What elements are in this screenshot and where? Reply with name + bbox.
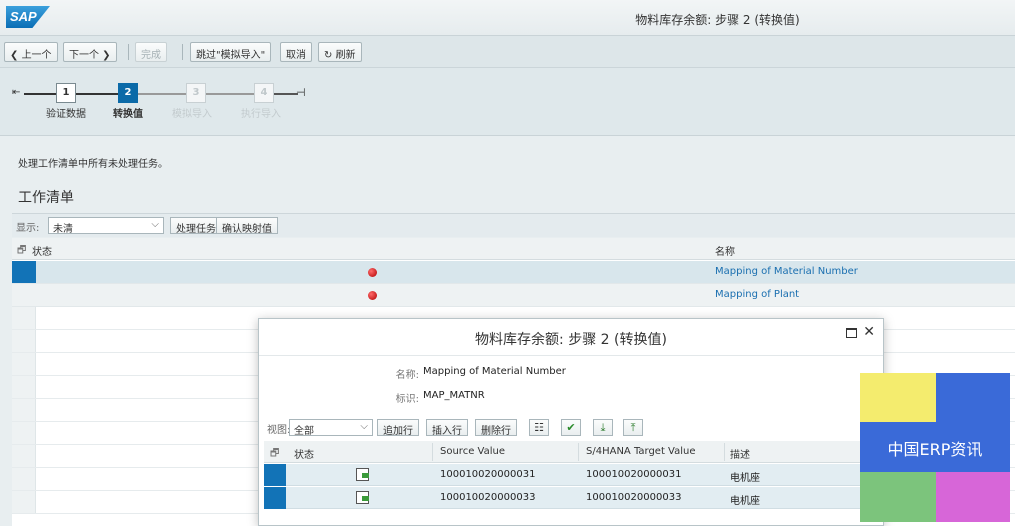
- confirm-mapping-button[interactable]: 确认映射值: [216, 217, 278, 235]
- roadmap-step-2[interactable]: 2: [118, 83, 138, 103]
- chevron-down-icon: ⌵: [360, 421, 368, 432]
- roadmap-start-icon: ⇤: [12, 87, 21, 98]
- skip-simulation-button[interactable]: 跳过"模拟导入": [190, 42, 272, 62]
- column-source-value[interactable]: Source Value: [440, 446, 505, 457]
- watermark-tile: [936, 472, 1010, 522]
- id-value: MAP_MATNR: [423, 390, 485, 401]
- worklist-title: 工作清单: [18, 190, 74, 206]
- watermark-tile: [860, 373, 936, 423]
- row-selector[interactable]: [12, 261, 36, 283]
- name-value: Mapping of Material Number: [423, 366, 566, 377]
- close-icon[interactable]: ✕: [863, 324, 875, 340]
- watermark-text: 中国ERP资讯: [860, 422, 1010, 472]
- new-entry-icon: [356, 491, 369, 504]
- row-selector[interactable]: [12, 284, 36, 306]
- dialog-title: 物料库存余额: 步骤 2 (转换值): [475, 332, 667, 348]
- table-row[interactable]: 100010020000031 100010020000031 电机座: [264, 464, 880, 486]
- mapping-link[interactable]: Mapping of Material Number: [715, 266, 858, 277]
- roadmap-step-1[interactable]: 1: [56, 83, 76, 103]
- source-value[interactable]: 100010020000031: [440, 469, 535, 480]
- cancel-button[interactable]: 取消: [280, 42, 312, 62]
- roadmap-label-4: 执行导入: [241, 109, 281, 120]
- roadmap-line: [138, 93, 186, 95]
- column-target-value[interactable]: S/4HANA Target Value: [586, 446, 696, 457]
- watermark-tile: [860, 472, 936, 522]
- next-button[interactable]: 下一个 ❯: [63, 42, 117, 62]
- roadmap-label-1: 验证数据: [46, 109, 86, 120]
- info-message: 处理工作清单中所有未处理任务。: [18, 159, 168, 170]
- chevron-right-icon: ❯: [99, 50, 111, 61]
- target-value[interactable]: 100010020000033: [586, 492, 681, 503]
- download-icon[interactable]: ⤓: [593, 419, 613, 436]
- upload-icon[interactable]: ⤒: [623, 419, 643, 436]
- roadmap: ⇤ 1 2 3 4 ⊣ 验证数据 转换值 模拟导入 执行导入: [0, 68, 1015, 136]
- new-entry-icon: [356, 468, 369, 481]
- dialog-divider: [259, 355, 883, 356]
- toolbar-separator: [182, 44, 183, 60]
- watermark-tile: [936, 373, 1010, 423]
- show-filter-select[interactable]: 未清 ⌵: [48, 217, 164, 235]
- roadmap-step-4: 4: [254, 83, 274, 103]
- refresh-icon: ↻: [324, 50, 336, 61]
- row-selector[interactable]: [264, 464, 286, 486]
- name-label: 名称:: [395, 370, 419, 381]
- mapping-dialog: 物料库存余额: 步骤 2 (转换值) ✕ 名称: Mapping of Mate…: [258, 318, 884, 526]
- error-status-icon: [368, 268, 377, 277]
- dialog-toolbar: 视图: 全部 ⌵ 追加行 插入行 删除行 ☷ ✔ ⤓ ⤒: [259, 415, 883, 439]
- show-label: 显示:: [16, 223, 40, 234]
- chevron-left-icon: ❮: [10, 50, 22, 61]
- wizard-toolbar: ❮ 上一个 下一个 ❯ 完成 跳过"模拟导入" 取消 ↻ 刷新: [0, 36, 1015, 68]
- roadmap-end-icon: ⊣: [296, 86, 306, 99]
- process-task-button[interactable]: 处理任务: [170, 217, 222, 235]
- description[interactable]: 电机座: [730, 492, 760, 507]
- error-status-icon: [368, 291, 377, 300]
- view-select[interactable]: 全部 ⌵: [289, 419, 373, 437]
- hierarchy-icon[interactable]: ☷: [529, 419, 549, 436]
- table-row[interactable]: 100010020000033 100010020000033 电机座: [264, 487, 880, 509]
- delete-row-button[interactable]: 删除行: [475, 419, 517, 437]
- view-label: 视图:: [267, 425, 291, 436]
- finish-button[interactable]: 完成: [135, 42, 167, 62]
- worklist-header: 🗗 状态 名称: [12, 238, 1015, 260]
- column-status[interactable]: 状态: [294, 446, 314, 461]
- column-status[interactable]: 状态: [32, 243, 52, 258]
- select-all-icon[interactable]: 🗗: [17, 243, 26, 260]
- app-title: 物料库存余额: 步骤 2 (转换值): [635, 13, 800, 27]
- append-row-button[interactable]: 追加行: [377, 419, 419, 437]
- roadmap-label-2: 转换值: [113, 109, 143, 120]
- table-row[interactable]: Mapping of Plant: [12, 284, 1015, 307]
- target-value[interactable]: 100010020000031: [586, 469, 681, 480]
- insert-row-button[interactable]: 插入行: [426, 419, 468, 437]
- id-label: 标识:: [395, 394, 419, 405]
- mapping-table-header: 🗗 状态 Source Value S/4HANA Target Value 描…: [264, 441, 880, 463]
- roadmap-line: [274, 93, 298, 95]
- row-selector[interactable]: [264, 487, 286, 509]
- maximize-icon[interactable]: [846, 328, 857, 338]
- select-all-icon[interactable]: 🗗: [270, 446, 279, 463]
- shell-header: SAP 物料库存余额: 步骤 2 (转换值): [0, 0, 1015, 36]
- worklist-toolbar: 显示: 未清 ⌵ 处理任务 确认映射值: [12, 213, 1015, 237]
- check-icon[interactable]: ✔: [561, 419, 581, 436]
- prev-button[interactable]: ❮ 上一个: [4, 42, 58, 62]
- table-row[interactable]: Mapping of Material Number: [12, 261, 1015, 284]
- column-description[interactable]: 描述: [730, 446, 750, 461]
- source-value[interactable]: 100010020000033: [440, 492, 535, 503]
- roadmap-line: [76, 93, 118, 95]
- chevron-down-icon: ⌵: [151, 219, 159, 230]
- roadmap-line: [24, 93, 56, 95]
- mapping-values-table: 🗗 状态 Source Value S/4HANA Target Value 描…: [264, 441, 880, 526]
- toolbar-separator: [128, 44, 129, 60]
- description[interactable]: 电机座: [730, 469, 760, 484]
- left-rail: [0, 238, 12, 526]
- column-name[interactable]: 名称: [715, 243, 735, 258]
- roadmap-line: [206, 93, 254, 95]
- mapping-link[interactable]: Mapping of Plant: [715, 289, 799, 300]
- roadmap-step-3: 3: [186, 83, 206, 103]
- roadmap-label-3: 模拟导入: [172, 109, 212, 120]
- refresh-button[interactable]: ↻ 刷新: [318, 42, 362, 62]
